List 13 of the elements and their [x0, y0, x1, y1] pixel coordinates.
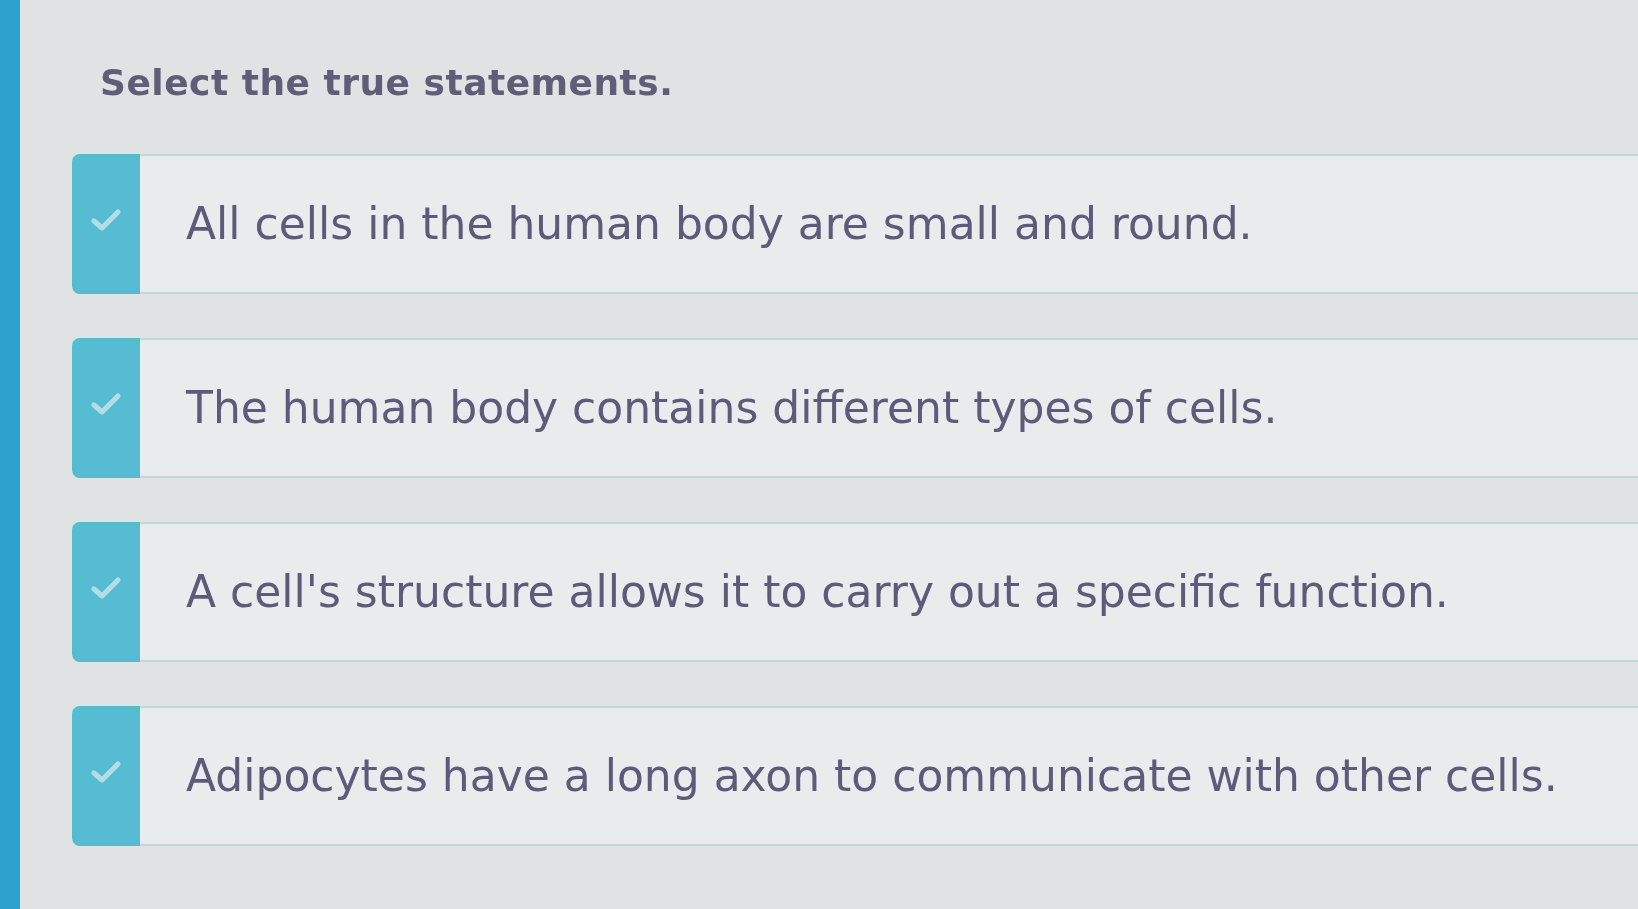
answer-option[interactable]: All cells in the human body are small and round. — [72, 154, 1638, 294]
checkmark-icon — [91, 577, 121, 599]
checkbox[interactable] — [72, 706, 140, 846]
checkbox[interactable] — [72, 338, 140, 478]
checkmark-icon — [91, 761, 121, 783]
checkmark-icon — [91, 393, 121, 415]
answer-option[interactable]: The human body contains different types of cells. — [72, 338, 1638, 478]
checkmark-icon — [91, 209, 121, 231]
checkbox[interactable] — [72, 522, 140, 662]
question-title: Select the true statements. — [100, 61, 674, 105]
checkbox[interactable] — [72, 154, 140, 294]
answer-option[interactable]: Adipocytes have a long axon to communicate with other cells. — [72, 706, 1638, 846]
answer-option[interactable]: A cell's structure allows it to carry out a specific function. — [72, 522, 1638, 662]
